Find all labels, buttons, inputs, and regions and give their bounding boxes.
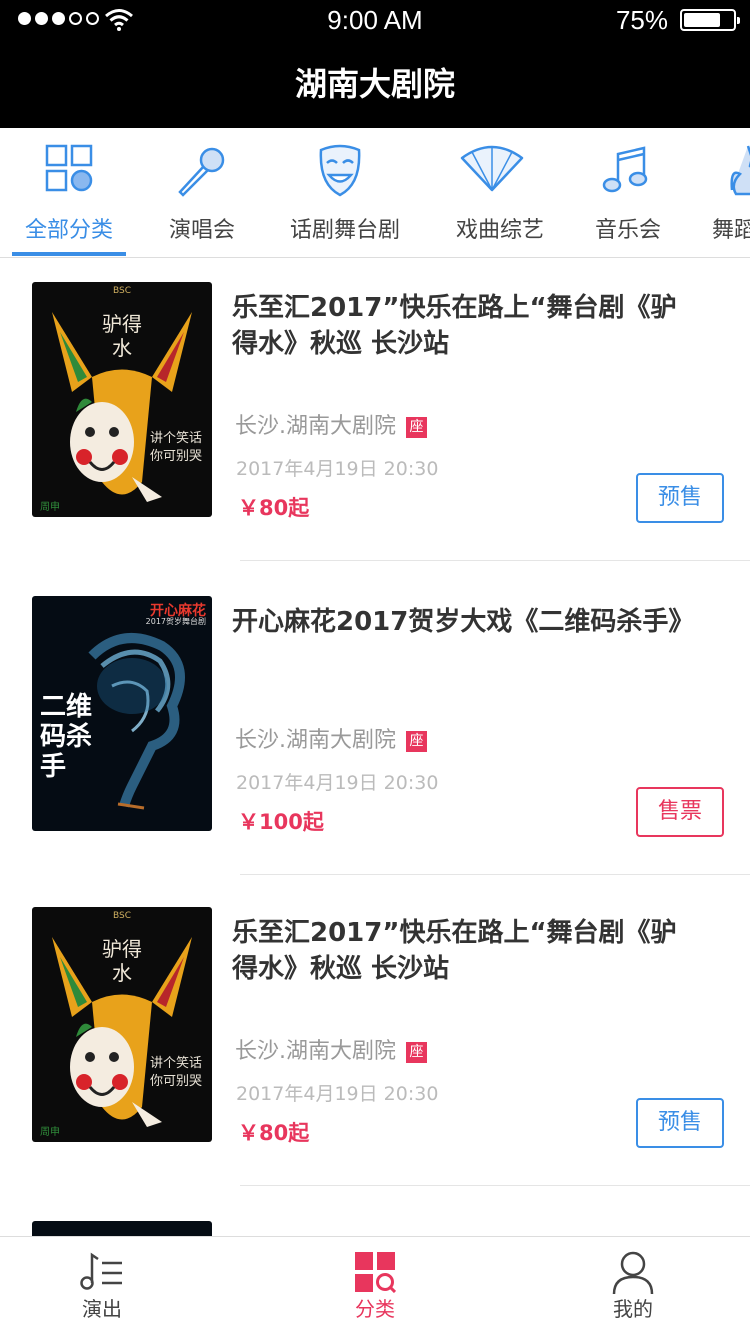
- venue-name: 长沙.湖南大剧院: [235, 414, 396, 439]
- show-poster[interactable]: 开心麻花 2017贺岁舞台剧 二维码杀手: [32, 596, 212, 831]
- poster-top-text: BSC: [112, 286, 131, 296]
- tab-all-categories[interactable]: 全部分类: [12, 128, 126, 256]
- poster-caption: 讲个笑话 你可别哭: [150, 1056, 203, 1089]
- category-label: 演唱会: [168, 218, 235, 243]
- venue-name: 长沙.湖南大剧院: [235, 1039, 396, 1064]
- tab-label: 演出: [82, 1297, 122, 1321]
- item-divider: [240, 560, 750, 561]
- poster-title: 二维码杀手: [40, 692, 93, 782]
- poster-corner-text: 周申: [40, 502, 60, 513]
- grid-icon: [45, 144, 93, 192]
- battery-icon: [680, 9, 740, 31]
- theater-mask-icon: [319, 144, 361, 197]
- seat-selection-badge: 座: [406, 416, 427, 438]
- folding-fan-icon: [460, 145, 524, 192]
- dancer-icon: [730, 145, 750, 196]
- seat-selection-badge: 座: [406, 730, 427, 752]
- tab-shows[interactable]: 演出: [60, 1237, 144, 1335]
- poster-subtitle: 2017贺岁舞台剧: [145, 617, 206, 626]
- show-price: ￥80起: [238, 1121, 310, 1145]
- tab-music-concert[interactable]: 音乐会: [580, 128, 676, 256]
- active-tab-indicator: [12, 252, 126, 256]
- poster-top-text: BSC: [112, 911, 131, 921]
- music-note-icon: [602, 146, 648, 193]
- tab-dance[interactable]: 舞蹈: [712, 128, 750, 256]
- category-label: 音乐会: [594, 218, 661, 243]
- status-bar: 9:00 AM 75%: [0, 0, 750, 40]
- tab-opera-variety[interactable]: 戏曲综艺: [446, 128, 554, 256]
- category-label: 舞蹈: [712, 218, 750, 243]
- category-label: 戏曲综艺: [455, 218, 544, 243]
- presale-button[interactable]: 预售: [636, 1098, 724, 1148]
- show-title[interactable]: 开心麻花2017贺岁大戏《二维码杀手》: [232, 604, 702, 640]
- poster-title: 驴得水: [102, 312, 142, 360]
- presale-button[interactable]: 预售: [636, 473, 724, 523]
- show-venue: 长沙.湖南大剧院座: [235, 1033, 427, 1065]
- show-date: 2017年4月19日 20:30: [236, 1083, 439, 1105]
- show-poster[interactable]: BSC 驴得水 讲个笑话 你可别哭 周申: [32, 282, 212, 517]
- tab-label: 分类: [355, 1297, 395, 1321]
- category-tabs: 全部分类 演唱会 话剧舞台剧 戏曲综艺 音乐会 舞: [0, 128, 750, 258]
- show-date: 2017年4月19日 20:30: [236, 772, 439, 794]
- microphone-icon: [178, 147, 225, 197]
- show-price: ￥100起: [238, 810, 324, 834]
- category-label: 全部分类: [24, 218, 113, 243]
- show-list-item[interactable]: 开心麻花 2017贺岁舞台剧 二维码杀手 开心麻花2017贺岁大戏《二维码杀手》…: [0, 572, 750, 885]
- buy-ticket-button[interactable]: 售票: [636, 787, 724, 837]
- show-date: 2017年4月19日 20:30: [236, 458, 439, 480]
- user-icon: [612, 1251, 654, 1295]
- category-label: 话剧舞台剧: [289, 218, 400, 243]
- show-price: ￥80起: [238, 496, 310, 520]
- tab-categories[interactable]: 分类: [333, 1237, 417, 1335]
- tab-concert[interactable]: 演唱会: [148, 128, 256, 256]
- show-list-item[interactable]: BSC 驴得水 讲个笑话 你可别哭 周申 乐至汇2017”快乐在路上“舞台剧《驴…: [0, 883, 750, 1196]
- venue-name: 长沙.湖南大剧院: [235, 728, 396, 753]
- show-poster[interactable]: BSC 驴得水 讲个笑话 你可别哭 周申: [32, 907, 212, 1142]
- poster-corner-text: 周申: [40, 1127, 60, 1138]
- item-divider: [240, 874, 750, 875]
- tab-drama[interactable]: 话剧舞台剧: [280, 128, 410, 256]
- item-divider: [240, 1185, 750, 1186]
- battery-percentage: 75%: [615, 5, 668, 35]
- tab-label: 我的: [613, 1297, 653, 1321]
- category-grid-icon: [355, 1252, 396, 1293]
- seat-selection-badge: 座: [406, 1041, 427, 1063]
- poster-title: 驴得水: [102, 937, 142, 985]
- tab-profile[interactable]: 我的: [591, 1237, 675, 1335]
- show-title[interactable]: 乐至汇2017”快乐在路上“舞台剧《驴得水》秋巡 长沙站: [232, 915, 702, 987]
- show-venue: 长沙.湖南大剧院座: [235, 722, 427, 754]
- music-list-icon: [80, 1252, 122, 1290]
- page-title: 湖南大剧院: [0, 40, 750, 128]
- bottom-tab-bar: 演出 分类 我的: [0, 1236, 750, 1334]
- show-list-item[interactable]: [0, 1196, 750, 1241]
- show-venue: 长沙.湖南大剧院座: [235, 408, 427, 440]
- show-title[interactable]: 乐至汇2017”快乐在路上“舞台剧《驴得水》秋巡 长沙站: [232, 290, 702, 362]
- poster-caption: 讲个笑话 你可别哭: [150, 431, 203, 464]
- show-list-item[interactable]: BSC 驴得水 讲个笑话 你可别哭 周申 乐至汇2017”快乐在路上“舞台剧《驴…: [0, 258, 750, 571]
